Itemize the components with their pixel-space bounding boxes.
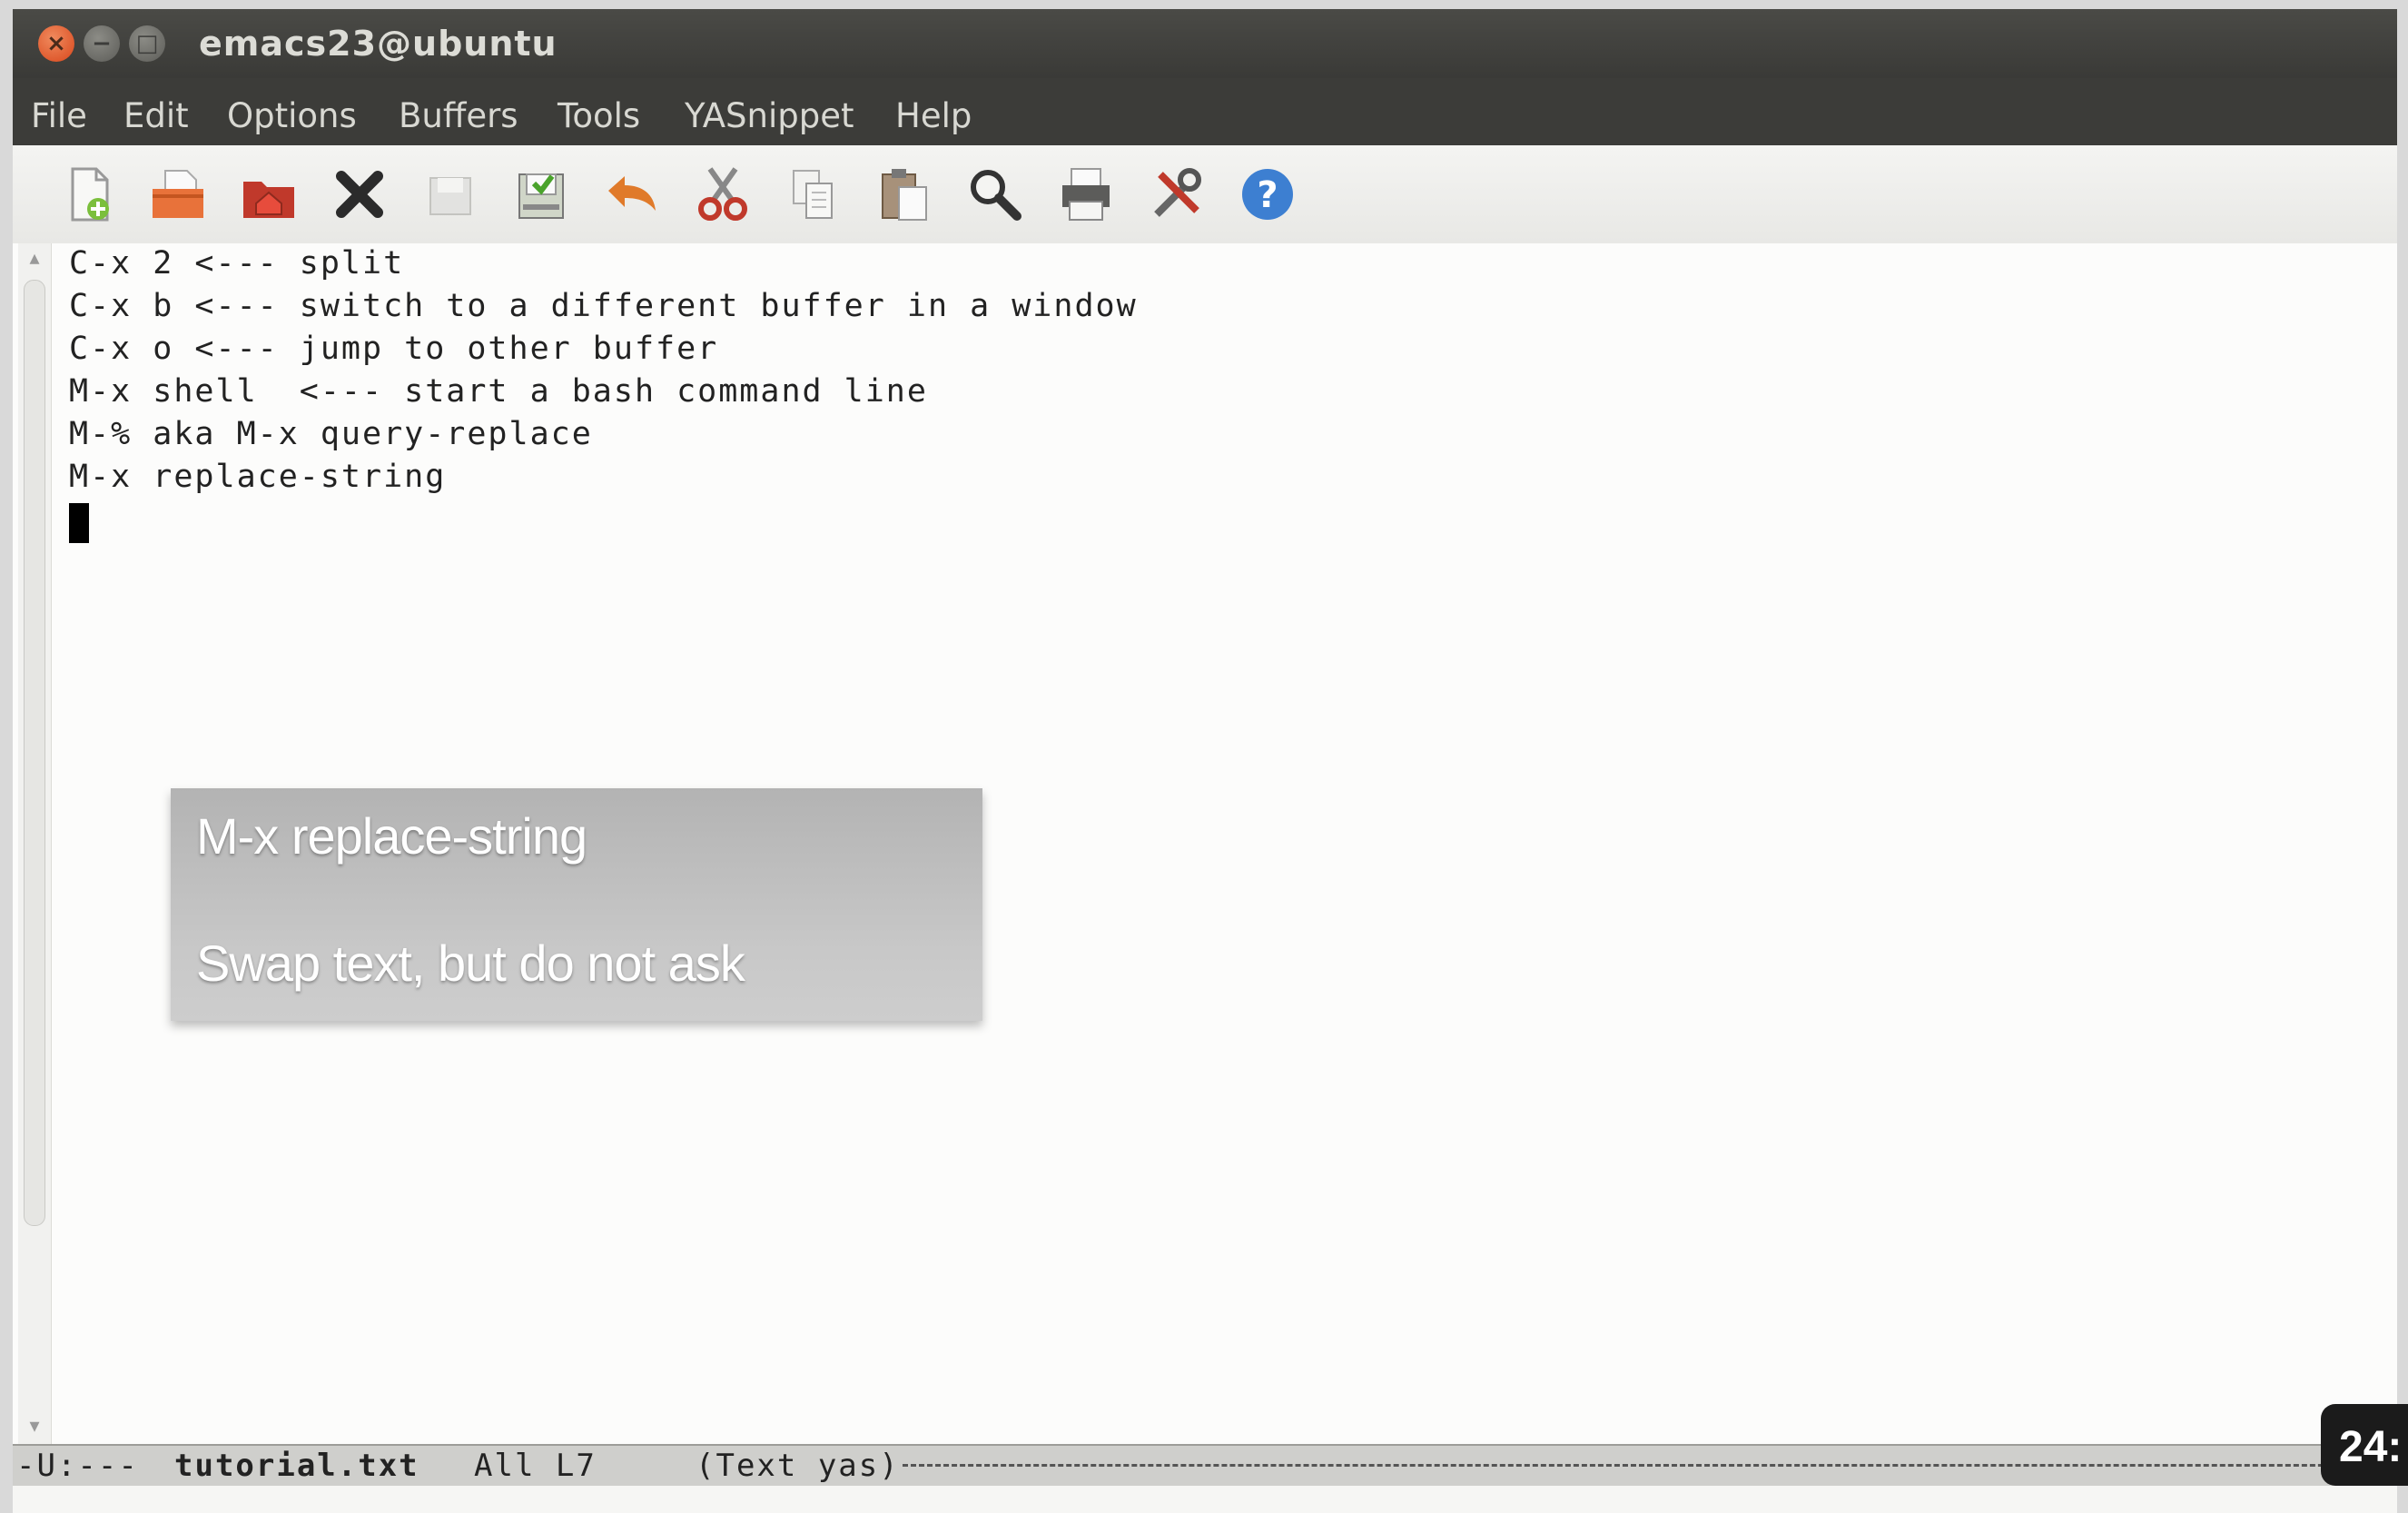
editor-line: C-x o <--- jump to other buffer: [69, 331, 719, 367]
emacs-window: × − □ emacs23@ubuntu File Edit Options B…: [13, 9, 2397, 1513]
minimize-window-button[interactable]: −: [84, 25, 120, 62]
window-title: emacs23@ubuntu: [199, 24, 558, 64]
new-file-icon: [71, 167, 109, 222]
print-icon: [1062, 168, 1110, 221]
video-timestamp-badge: 24:: [2321, 1404, 2408, 1486]
caption-title: M-x replace-string: [196, 807, 587, 865]
copy-button[interactable]: [781, 162, 846, 227]
editor-line: M-x replace-string: [69, 459, 447, 495]
scroll-down-arrow-icon[interactable]: ▾: [24, 1415, 45, 1438]
modeline-dashes: [903, 1464, 2397, 1467]
text-cursor: [69, 503, 89, 543]
undo-button[interactable]: [599, 162, 665, 227]
cut-button[interactable]: [690, 162, 755, 227]
modeline-modes[interactable]: (Text yas): [696, 1448, 900, 1484]
scrollbar[interactable]: ▴ ▾: [18, 243, 52, 1444]
mode-line: -U:--- tutorial.txt All L7 (Text yas): [13, 1444, 2397, 1488]
scroll-up-arrow-icon[interactable]: ▴: [24, 247, 45, 270]
editor-line: M-x shell <--- start a bash command line: [69, 373, 928, 410]
menu-yasnippet[interactable]: YASnippet: [685, 96, 854, 135]
save-as-button[interactable]: [508, 162, 574, 227]
save-button[interactable]: [418, 162, 483, 227]
minimize-icon: −: [92, 30, 112, 57]
open-directory-icon: [243, 182, 294, 218]
search-icon: [971, 170, 1021, 221]
menu-help[interactable]: Help: [895, 96, 972, 135]
close-buffer-button[interactable]: [327, 162, 392, 227]
maximize-icon: □: [135, 30, 159, 57]
editor-line: C-x 2 <--- split: [69, 245, 405, 282]
menu-buffers[interactable]: Buffers: [399, 96, 518, 135]
modeline-status: -U:---: [16, 1448, 139, 1484]
save-icon: [429, 177, 471, 215]
preferences-icon: [1154, 168, 1201, 217]
open-directory-button[interactable]: [236, 162, 301, 227]
maximize-window-button[interactable]: □: [129, 25, 165, 62]
cut-icon: [698, 167, 747, 221]
tutorial-caption-overlay: M-x replace-string Swap text, but do not…: [171, 788, 982, 1021]
save-as-icon: [518, 173, 564, 219]
search-button[interactable]: [962, 162, 1028, 227]
close-icon: ×: [46, 30, 66, 57]
editor-line: C-x b <--- switch to a different buffer …: [69, 288, 1138, 324]
scrollbar-thumb[interactable]: [24, 280, 45, 1226]
open-file-button[interactable]: [145, 162, 211, 227]
print-button[interactable]: [1053, 162, 1119, 227]
copy-icon: [793, 170, 833, 219]
svg-text:?: ?: [1257, 174, 1278, 216]
menu-file[interactable]: File: [31, 96, 87, 135]
menu-tools[interactable]: Tools: [558, 96, 640, 135]
caption-subtitle: Swap text, but do not ask: [196, 934, 745, 992]
paste-icon: [882, 169, 927, 221]
toolbar: ?: [13, 145, 2397, 243]
close-window-button[interactable]: ×: [38, 25, 74, 62]
help-icon: ?: [1242, 169, 1293, 220]
close-buffer-icon: [336, 171, 383, 218]
modeline-buffer-name[interactable]: tutorial.txt: [174, 1448, 419, 1484]
preferences-button[interactable]: [1144, 162, 1209, 227]
new-file-button[interactable]: [56, 162, 122, 227]
help-button[interactable]: ?: [1235, 162, 1300, 227]
title-bar: × − □ emacs23@ubuntu: [13, 9, 2397, 78]
paste-button[interactable]: [872, 162, 937, 227]
undo-icon: [608, 176, 656, 211]
editor-line: M-% aka M-x query-replace: [69, 416, 593, 452]
menu-bar: File Edit Options Buffers Tools YASnippe…: [13, 78, 2397, 147]
menu-edit[interactable]: Edit: [123, 96, 189, 135]
minibuffer[interactable]: [13, 1486, 2397, 1513]
modeline-position: All L7: [474, 1448, 597, 1484]
open-file-icon: [153, 170, 203, 218]
menu-options[interactable]: Options: [227, 96, 357, 135]
